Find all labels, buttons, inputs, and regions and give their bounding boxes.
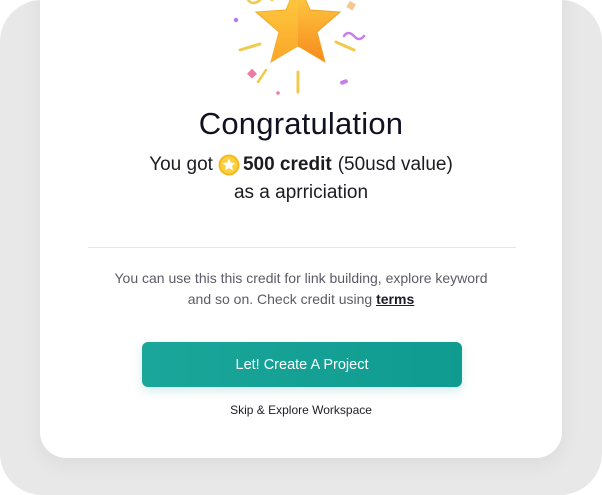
credit-value: (50usd value) xyxy=(337,154,453,175)
credit-line: You got 500 credit (50usd value) xyxy=(40,154,562,176)
terms-link[interactable]: terms xyxy=(376,291,414,307)
info-body: You can use this this credit for link bu… xyxy=(114,270,488,307)
credit-prefix: You got xyxy=(149,154,213,175)
modal-title: Congratulation xyxy=(198,106,404,141)
info-text: You can use this this credit for link bu… xyxy=(110,268,492,310)
star-confetti-icon xyxy=(233,0,366,95)
divider xyxy=(88,247,516,248)
create-project-button[interactable]: Let! Create A Project xyxy=(142,342,462,387)
skip-explore-link[interactable]: Skip & Explore Workspace xyxy=(40,403,562,417)
credit-amount: 500 credit xyxy=(242,154,332,175)
coin-star-icon xyxy=(218,154,240,176)
create-project-label: Let! Create A Project xyxy=(235,356,369,373)
credit-suffix: as a aprriciation xyxy=(233,182,369,203)
